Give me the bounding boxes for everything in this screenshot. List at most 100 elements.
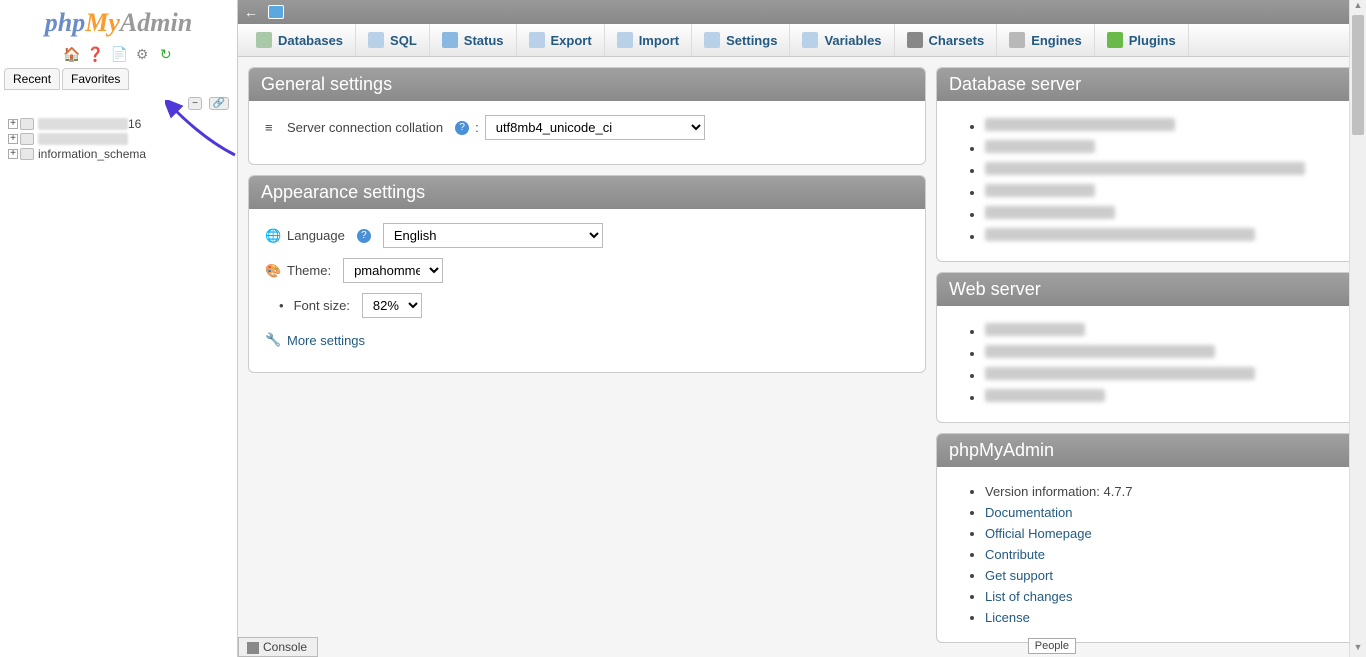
database-server-panel: Database server (936, 67, 1356, 262)
help-icon[interactable]: ? (357, 229, 371, 243)
link-license[interactable]: License (985, 610, 1030, 625)
sidebar-toolbar: 🏠 ❓ 📄 ⚙ ↻ (0, 42, 237, 68)
export-icon (529, 32, 545, 48)
blurred-text (985, 228, 1255, 241)
menu-settings[interactable]: Settings (692, 24, 790, 56)
db-name-blurred (38, 133, 128, 145)
phpmyadmin-panel: phpMyAdmin Version information: 4.7.7 Do… (936, 433, 1356, 643)
import-icon (617, 32, 633, 48)
menu-charsets[interactable]: Charsets (895, 24, 998, 56)
database-icon (256, 32, 272, 48)
reload-icon[interactable]: ↻ (158, 46, 174, 62)
sql-icon (368, 32, 384, 48)
scroll-down-icon[interactable]: ▼ (1350, 642, 1366, 657)
blurred-text (985, 140, 1095, 153)
server-icon[interactable] (268, 5, 284, 19)
database-icon (20, 118, 34, 130)
fontsize-select[interactable]: 82% (362, 293, 422, 318)
menu-import[interactable]: Import (605, 24, 692, 56)
blurred-text (985, 345, 1215, 358)
sidebar-tabs: Recent Favorites (0, 68, 237, 90)
menu-databases[interactable]: Databases (244, 24, 356, 56)
status-icon (442, 32, 458, 48)
wrench-icon: 🔧 (265, 332, 281, 348)
tab-favorites[interactable]: Favorites (62, 68, 129, 90)
blurred-text (985, 389, 1105, 402)
database-icon (20, 133, 34, 145)
expand-icon[interactable]: + (8, 149, 18, 159)
link-support[interactable]: Get support (985, 568, 1053, 583)
collation-label: Server connection collation (287, 120, 443, 135)
link-homepage[interactable]: Official Homepage (985, 526, 1092, 541)
theme-label: Theme: (287, 263, 331, 278)
expand-icon[interactable]: + (8, 134, 18, 144)
blurred-text (985, 184, 1095, 197)
charsets-icon (907, 32, 923, 48)
plugins-icon (1107, 32, 1123, 48)
tree-item-information-schema[interactable]: + information_schema (8, 146, 229, 162)
blurred-text (985, 162, 1305, 175)
theme-icon: 🎨 (265, 263, 281, 279)
menu-engines[interactable]: Engines (997, 24, 1095, 56)
menu-plugins[interactable]: Plugins (1095, 24, 1189, 56)
help-icon[interactable]: ? (455, 121, 469, 135)
breadcrumb-bar: ← ⤒ (238, 0, 1366, 24)
link-documentation[interactable]: Documentation (985, 505, 1072, 520)
collapse-all-icon[interactable]: − (188, 97, 202, 110)
tab-recent[interactable]: Recent (4, 68, 60, 90)
back-icon[interactable]: ← (244, 4, 258, 20)
expand-icon[interactable]: + (8, 119, 18, 129)
sidebar: phpMyAdmin 🏠 ❓ 📄 ⚙ ↻ Recent Favorites − … (0, 0, 238, 657)
web-server-panel: Web server (936, 272, 1356, 423)
general-settings-panel: General settings ≡ Server connection col… (248, 67, 926, 165)
variables-icon (802, 32, 818, 48)
vertical-scrollbar[interactable]: ▲ ▼ (1349, 0, 1366, 657)
language-icon: 🌐 (265, 228, 281, 244)
scroll-up-icon[interactable]: ▲ (1350, 0, 1366, 15)
console-icon (247, 642, 259, 654)
collation-icon: ≡ (265, 120, 281, 136)
collation-select[interactable]: utf8mb4_unicode_ci (485, 115, 705, 140)
tree-item-db2[interactable]: + (8, 132, 229, 146)
database-tree: + 16 + + information_schema (0, 114, 237, 164)
more-settings-link[interactable]: More settings (287, 333, 365, 348)
logout-icon[interactable]: ❓ (87, 46, 103, 62)
phpmyadmin-logo[interactable]: phpMyAdmin (0, 0, 237, 42)
content: General settings ≡ Server connection col… (238, 57, 1366, 657)
fontsize-label: Font size: (294, 298, 350, 313)
appearance-settings-panel: Appearance settings 🌐 Language ? English… (248, 175, 926, 373)
panel-title: Appearance settings (249, 176, 925, 209)
panel-title: Database server (937, 68, 1355, 101)
panel-title: phpMyAdmin (937, 434, 1355, 467)
home-icon[interactable]: 🏠 (63, 46, 79, 62)
nav-controls: − 🔗 (0, 90, 237, 114)
db-name-blurred (38, 118, 128, 130)
version-info: Version information: 4.7.7 (985, 481, 1339, 502)
language-select[interactable]: English (383, 223, 603, 248)
link-changes[interactable]: List of changes (985, 589, 1072, 604)
link-icon[interactable]: 🔗 (209, 97, 229, 110)
menu-variables[interactable]: Variables (790, 24, 894, 56)
panel-title: Web server (937, 273, 1355, 306)
menu-status[interactable]: Status (430, 24, 517, 56)
scrollbar-thumb[interactable] (1352, 15, 1364, 135)
theme-select[interactable]: pmahomme (343, 258, 443, 283)
wrench-icon (704, 32, 720, 48)
panel-title: General settings (249, 68, 925, 101)
top-menu: Databases SQL Status Export Import Setti… (238, 24, 1366, 57)
main-area: ← ⤒ Databases SQL Status Export Import S… (238, 0, 1366, 657)
engines-icon (1009, 32, 1025, 48)
blurred-text (985, 323, 1085, 336)
people-tag: People (1028, 638, 1076, 654)
blurred-text (985, 367, 1255, 380)
settings-icon[interactable]: ⚙ (134, 46, 150, 62)
menu-sql[interactable]: SQL (356, 24, 430, 56)
blurred-text (985, 206, 1115, 219)
language-label: Language (287, 228, 345, 243)
docs-icon[interactable]: 📄 (111, 46, 127, 62)
tree-item-db1[interactable]: + 16 (8, 116, 229, 132)
menu-export[interactable]: Export (517, 24, 605, 56)
blurred-text (985, 118, 1175, 131)
console-toggle[interactable]: Console (238, 637, 318, 657)
link-contribute[interactable]: Contribute (985, 547, 1045, 562)
